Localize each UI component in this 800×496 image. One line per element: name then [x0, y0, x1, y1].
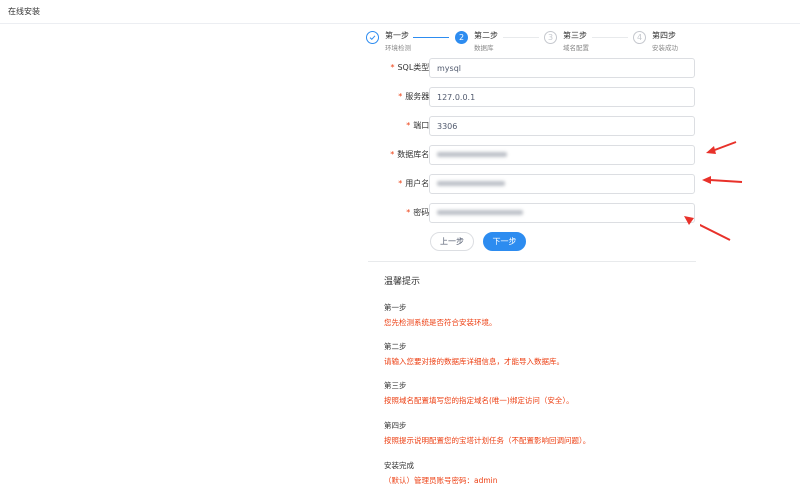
sql-type-label: * SQL类型:	[390, 62, 432, 73]
label-text: SQL类型:	[397, 63, 432, 72]
arrow-icon	[700, 223, 731, 241]
port-row: * 端口: 3306	[366, 116, 696, 136]
tip-desc: 按照提示说明配置您的宝塔计划任务（不配置影响回调问题）。	[384, 436, 591, 445]
sql-type-row: * SQL类型: mysql	[366, 58, 696, 78]
divider	[368, 261, 696, 262]
step-desc: 数据库	[474, 44, 494, 52]
label-text: 服务器:	[405, 92, 432, 101]
required-mark: *	[406, 208, 411, 217]
step-desc: 环境检测	[385, 44, 411, 52]
steps-indicator: 第一步 环境检测 2 第二步 数据库 3 第三步 域名配置 4 第四步 安装成功	[366, 30, 706, 54]
tip-title: 第三步	[384, 381, 407, 390]
db-name-row: * 数据库名:	[366, 145, 696, 165]
tip-desc: 按照域名配置填写您的指定域名(唯一)绑定访问（安全）。	[384, 396, 574, 405]
server-input[interactable]: 127.0.0.1	[429, 87, 695, 107]
step-number: 3	[544, 31, 557, 44]
redacted-value	[437, 151, 509, 161]
tip-item: 安装完成 （默认）管理员账号密码：admin	[384, 460, 498, 486]
tip-title: 安装完成	[384, 461, 414, 470]
step-title: 第三步	[563, 31, 587, 40]
tips-heading: 温馨提示	[384, 277, 421, 287]
step-desc: 域名配置	[563, 44, 589, 52]
step-number: 2	[455, 31, 468, 44]
arrow-icon	[706, 141, 737, 154]
prev-step-button[interactable]: 上一步	[430, 232, 474, 251]
tip-title: 第二步	[384, 342, 407, 351]
tip-item: 第二步 请输入您要对接的数据库详细信息，才能导入数据库。	[384, 341, 564, 367]
step-title: 第一步	[385, 31, 409, 40]
sql-type-input[interactable]: mysql	[429, 58, 695, 78]
arrow-icon	[702, 176, 743, 184]
arrow-head-icon	[684, 216, 694, 225]
label-text: 数据库名:	[397, 150, 432, 159]
next-step-button[interactable]: 下一步	[483, 232, 526, 251]
step-number: 4	[633, 31, 646, 44]
password-row: * 密码:	[366, 203, 696, 223]
step-connector	[413, 37, 449, 38]
required-mark: *	[398, 179, 403, 188]
username-row: * 用户名:	[366, 174, 696, 194]
required-mark: *	[406, 121, 411, 130]
page-title: 在线安装	[8, 7, 40, 16]
step-connector	[503, 37, 539, 38]
check-icon	[366, 31, 379, 44]
step-title: 第二步	[474, 31, 498, 40]
tip-title: 第一步	[384, 303, 407, 312]
tip-desc: 您先检测系统是否符合安装环境。	[384, 318, 497, 327]
step-desc: 安装成功	[652, 44, 678, 52]
db-name-label: * 数据库名:	[390, 149, 432, 160]
server-row: * 服务器: 127.0.0.1	[366, 87, 696, 107]
server-label: * 服务器:	[398, 91, 432, 102]
tip-item: 第三步 按照域名配置填写您的指定域名(唯一)绑定访问（安全）。	[384, 380, 574, 406]
tip-item: 第四步 按照提示说明配置您的宝塔计划任务（不配置影响回调问题）。	[384, 420, 590, 446]
password-input[interactable]	[429, 203, 695, 223]
label-text: 用户名:	[405, 179, 432, 188]
required-mark: *	[398, 92, 403, 101]
db-name-input[interactable]	[429, 145, 695, 165]
step-connector	[592, 37, 628, 38]
annotation-arrows	[700, 141, 743, 241]
port-input[interactable]: 3306	[429, 116, 695, 136]
tip-desc: （默认）管理员账号密码：admin	[384, 476, 498, 485]
tip-title: 第四步	[384, 421, 407, 430]
required-mark: *	[390, 63, 395, 72]
tip-desc: 请输入您要对接的数据库详细信息，才能导入数据库。	[384, 357, 564, 366]
top-bar: 在线安装	[0, 0, 800, 24]
redacted-value	[437, 180, 509, 190]
step-title: 第四步	[652, 31, 676, 40]
required-mark: *	[390, 150, 395, 159]
tip-item: 第一步 您先检测系统是否符合安装环境。	[384, 302, 497, 328]
username-input[interactable]	[429, 174, 695, 194]
username-label: * 用户名:	[398, 178, 432, 189]
redacted-value	[437, 209, 527, 219]
